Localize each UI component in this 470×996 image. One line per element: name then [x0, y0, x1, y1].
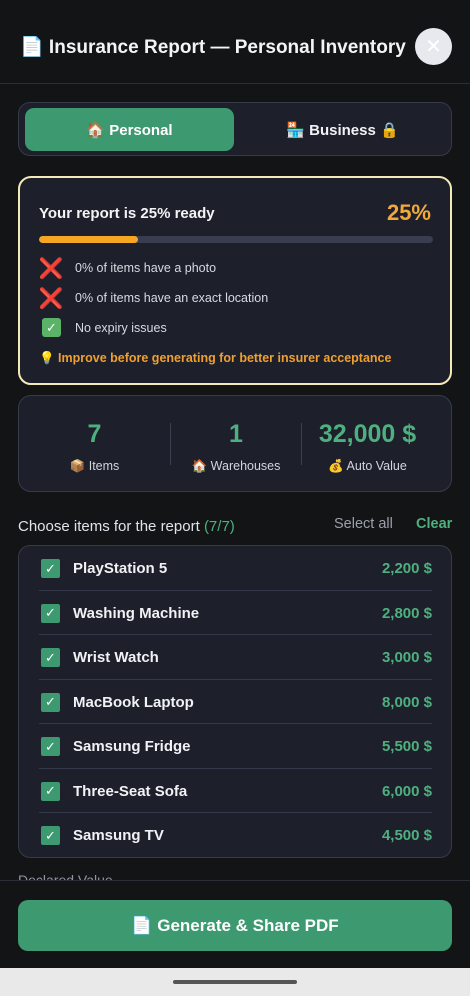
items-section-title: Choose items for the report (7/7) — [18, 518, 235, 535]
item-checkbox[interactable]: ✓ — [41, 826, 60, 845]
items-list: ✓ PlayStation 5 2,200 $ ✓ Washing Machin… — [18, 545, 452, 858]
stat-warehouses: 1 🏠 Warehouses — [171, 396, 301, 491]
tab-business[interactable]: 🏪 Business 🔒 — [238, 108, 447, 151]
stat-warehouses-value: 1 — [229, 420, 243, 448]
readiness-progress-bar — [39, 236, 433, 243]
item-name: Samsung TV — [73, 827, 164, 844]
check-text: 0% of items have a photo — [75, 261, 217, 275]
item-value: 3,000 $ — [381, 649, 432, 666]
stat-auto-value-label: 💰 Auto Value — [328, 459, 407, 473]
stat-items-value: 7 — [87, 420, 102, 448]
item-checkbox[interactable]: ✓ — [41, 603, 60, 623]
stat-auto-value-value: 32,000 $ — [318, 420, 417, 448]
readiness-title: Your report is 25% ready — [39, 205, 215, 222]
system-nav-bar — [0, 968, 470, 996]
footer-bar: 📄 Generate & Share PDF — [0, 880, 470, 968]
item-name: MacBook Laptop — [73, 693, 194, 711]
item-value: 5,500 $ — [381, 738, 432, 755]
check-photo: ❌ 0% of items have a photo — [38, 257, 217, 280]
tab-personal[interactable]: 🏠 Personal — [25, 108, 234, 151]
stat-items: 7 📦 Items — [19, 396, 170, 491]
app-header: 📄 Insurance Report — Personal Inventory … — [0, 0, 470, 84]
item-name: Wrist Watch — [73, 649, 159, 666]
list-item[interactable]: ✓ Samsung Fridge 5,500 $ — [39, 724, 432, 769]
item-value: 4,500 $ — [381, 827, 432, 844]
item-name: Washing Machine — [73, 604, 200, 622]
check-text: 0% of items have an exact location — [75, 291, 269, 305]
report-type-toggle: 🏠 Personal 🏪 Business 🔒 — [18, 102, 452, 156]
item-checkbox[interactable]: ✓ — [41, 692, 60, 712]
items-count: (7/7) — [203, 518, 235, 535]
cross-icon: ❌ — [38, 287, 64, 310]
item-value: 2,200 $ — [381, 560, 432, 577]
readiness-percent: 25% — [386, 200, 431, 225]
check-text: No expiry issues — [75, 320, 167, 335]
check-icon: ✓ — [42, 318, 61, 337]
improvement-tip: 💡 Improve before generating for better i… — [39, 351, 392, 365]
generate-pdf-button[interactable]: 📄 Generate & Share PDF — [18, 900, 452, 951]
item-value: 8,000 $ — [381, 693, 432, 711]
item-checkbox[interactable]: ✓ — [41, 559, 60, 578]
list-item[interactable]: ✓ Samsung TV 4,500 $ — [39, 813, 432, 858]
item-name: Three-Seat Sofa — [73, 782, 188, 800]
items-section-title-text: Choose items for the report — [18, 518, 200, 535]
stat-warehouses-label: 🏠 Warehouses — [191, 459, 281, 473]
item-name: PlayStation 5 — [73, 560, 168, 577]
list-item[interactable]: ✓ Wrist Watch 3,000 $ — [39, 635, 432, 680]
check-expiry: ✓ No expiry issues — [40, 318, 167, 337]
cross-icon: ❌ — [38, 257, 64, 280]
list-item[interactable]: ✓ PlayStation 5 2,200 $ — [39, 546, 432, 591]
close-button[interactable]: ✕ — [415, 28, 452, 65]
stats-card: 7 📦 Items 1 🏠 Warehouses 32,000 $ 💰 Auto… — [18, 395, 452, 492]
item-checkbox[interactable]: ✓ — [41, 737, 60, 756]
clear-button[interactable]: Clear — [416, 516, 452, 532]
readiness-card: Your report is 25% ready 25% ❌ 0% of ite… — [18, 176, 452, 385]
item-checkbox[interactable]: ✓ — [41, 648, 60, 667]
item-value: 6,000 $ — [381, 782, 432, 800]
page-title: 📄 Insurance Report — Personal Inventory — [20, 37, 406, 58]
check-location: ❌ 0% of items have an exact location — [38, 287, 269, 310]
close-icon: ✕ — [425, 35, 442, 58]
item-value: 2,800 $ — [381, 604, 432, 622]
stat-auto-value: 32,000 $ 💰 Auto Value — [302, 396, 433, 491]
select-all-button[interactable]: Select all — [334, 516, 393, 532]
stat-items-label: 📦 Items — [69, 459, 120, 473]
item-checkbox[interactable]: ✓ — [41, 781, 60, 801]
home-handle[interactable] — [173, 980, 297, 984]
list-item[interactable]: ✓ Three-Seat Sofa 6,000 $ — [39, 769, 432, 813]
list-item[interactable]: ✓ MacBook Laptop 8,000 $ — [39, 680, 432, 724]
list-item[interactable]: ✓ Washing Machine 2,800 $ — [39, 591, 432, 635]
readiness-progress-fill — [39, 236, 138, 243]
item-name: Samsung Fridge — [73, 738, 191, 755]
